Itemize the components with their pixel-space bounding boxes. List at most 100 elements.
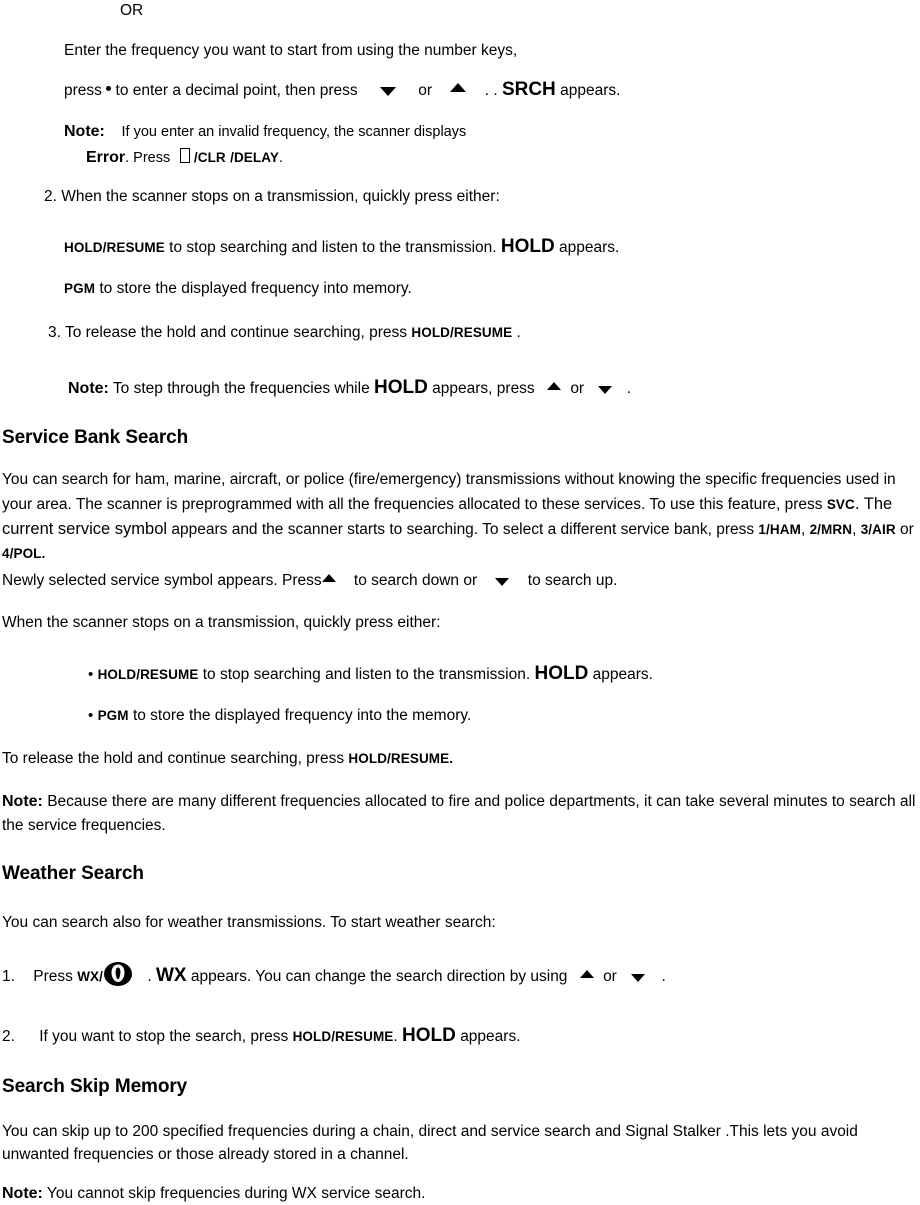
weather-step-1-line: 1. Press WX/ . WX appears. You can chang… (2, 962, 666, 992)
pgm-description: to store the displayed frequency into me… (99, 280, 412, 297)
sbs-para2-part-b: to search down or (353, 572, 478, 589)
step-2-line: 2. When the scanner stops on a transmiss… (44, 186, 500, 208)
note-step-period: . (626, 380, 632, 397)
or-conjunction-2: or (570, 380, 585, 397)
appears-text: appears. (560, 82, 621, 99)
pgm-key-label: PGM (64, 281, 96, 296)
arrow-up-icon[interactable] (547, 381, 561, 390)
weather-or-conjunction: or (603, 968, 617, 986)
step-2-text: When the scanner stops on a transmission… (61, 188, 500, 205)
step-3-number: 3. (48, 324, 61, 341)
press-label: press (64, 82, 102, 99)
bullet-1-appears: appears. (592, 666, 653, 683)
step-3-line: 3. To release the hold and continue sear… (48, 322, 521, 344)
delay-key-label: /DELAY (230, 150, 279, 165)
sbs-note-text: Because there are many different frequen… (2, 793, 916, 834)
hold-resume-key-label: HOLD/RESUME. (348, 751, 454, 766)
skip-note-text: You cannot skip frequencies during WX se… (46, 1185, 426, 1202)
bank-sep-2: , (852, 520, 857, 538)
hold-display-label: HOLD (500, 236, 555, 257)
weather-search-heading: Weather Search (2, 863, 144, 884)
bank-3-air-label: 3/AIR (860, 521, 896, 537)
bullet-2-description: to store the displayed frequency into th… (132, 707, 472, 724)
weather-step-2-number: 2. (2, 1028, 15, 1045)
arrow-up-icon[interactable] (579, 970, 594, 978)
or-conjunction: or (418, 82, 433, 99)
ellipsis-text: . . (484, 82, 498, 99)
bank-1-ham-label: 1/HAM (758, 521, 801, 537)
hold-display-label-3: HOLD (534, 663, 589, 684)
decimal-point-icon (106, 86, 112, 92)
service-bank-search-paragraph-2: Newly selected service symbol appears. P… (2, 570, 617, 592)
wx-key-label: WX/ (77, 969, 103, 985)
hold-resume-description: to stop searching and listen to the tran… (169, 239, 497, 256)
weather-step-2-text: If you want to stop the search, press (39, 1028, 289, 1045)
error-display-label: Error (86, 149, 126, 166)
enter-frequency-line-1: Enter the frequency you want to start fr… (64, 42, 518, 59)
sbs-bullet-hold-resume: • HOLD/RESUME to stop searching and list… (88, 660, 653, 688)
arrow-down-icon[interactable] (631, 974, 646, 982)
sbs-para2-part-a: Newly selected service symbol appears. P… (2, 572, 322, 589)
sbs-release-hold-line: To release the hold and continue searchi… (2, 748, 453, 770)
bank-sep-1: , (800, 520, 806, 538)
note-label-3: Note: (2, 793, 43, 810)
weather-step-1-period: . (147, 968, 152, 986)
or-label: OR (120, 2, 144, 19)
pgm-key-label: PGM (97, 708, 129, 723)
sbs-release-text: To release the hold and continue searchi… (2, 750, 345, 767)
bullet-1-description: to stop searching and listen to the tran… (202, 666, 531, 683)
hold-resume-key-label: HOLD/RESUME (64, 240, 165, 255)
hold-display-label-4: HOLD (402, 1025, 456, 1046)
weather-step-2-line: 2. If you want to stop the search, press… (2, 1022, 521, 1050)
note-period: . (278, 150, 283, 166)
note-label-4: Note: (2, 1185, 43, 1202)
step-2-number: 2. (44, 188, 57, 205)
weather-symbol-icon[interactable] (103, 959, 133, 989)
sbs-para1-part-c: appears and the scanner starts to search… (171, 520, 755, 538)
svc-key-label: SVC (826, 496, 855, 512)
bullet-marker-icon: • (88, 666, 94, 683)
step-2-pgm-line: PGM to store the displayed frequency int… (64, 278, 412, 300)
note-label: Note: (64, 123, 105, 140)
enter-frequency-line-2: press to enter a decimal point, then pre… (64, 76, 620, 104)
srch-display-label: SRCH (501, 79, 556, 100)
bullet-marker-icon: • (88, 707, 94, 724)
missing-glyph-icon (179, 148, 190, 163)
sbs-para1-part-a: You can search for ham, marine, aircraft… (2, 471, 896, 513)
note-invalid-frequency-line-2: Error. Press /CLR /DELAY. (86, 146, 283, 169)
weather-search-intro: You can search also for weather transmis… (2, 914, 496, 931)
service-bank-search-paragraph-3: When the scanner stops on a transmission… (2, 614, 441, 631)
decimal-instruction-text: to enter a decimal point, then press (115, 82, 358, 99)
bank-4-pol-label: 4/POL. (2, 545, 46, 561)
search-skip-memory-note: Note: You cannot skip frequencies during… (2, 1182, 425, 1205)
sbs-para2-part-c: to search up. (527, 572, 618, 589)
step-3-period: . (516, 324, 521, 341)
step-3-text: To release the hold and continue searchi… (64, 324, 408, 341)
hold-resume-key-label: HOLD/RESUME (292, 1029, 394, 1044)
arrow-up-icon[interactable] (321, 573, 336, 582)
note-invalid-frequency-line-1: Note: If you enter an invalid frequency,… (64, 120, 466, 143)
note-body-text: If you enter an invalid frequency, the s… (121, 124, 467, 140)
service-bank-search-heading: Service Bank Search (2, 427, 189, 448)
hold-appears-text: appears. (559, 239, 620, 256)
arrow-up-icon[interactable] (450, 83, 467, 93)
hold-display-label-2: HOLD (374, 377, 428, 398)
sbs-bullet-pgm: • PGM to store the displayed frequency i… (88, 705, 471, 727)
note-label-2: Note: (68, 380, 109, 397)
arrow-down-icon[interactable] (598, 385, 613, 394)
weather-step-2-appears: appears. (460, 1028, 521, 1045)
arrow-down-icon[interactable] (495, 577, 510, 586)
hold-resume-key-label: HOLD/RESUME (97, 667, 199, 682)
weather-step-1-number: 1. (2, 968, 15, 986)
arrow-down-icon[interactable] (379, 87, 396, 97)
weather-step-1-desc: appears. You can change the search direc… (190, 968, 568, 986)
wx-display-label: WX (155, 965, 187, 987)
weather-step-2-period: . (393, 1028, 398, 1045)
search-skip-memory-paragraph: You can skip up to 200 specified frequen… (2, 1123, 858, 1164)
manual-page: OR Enter the frequency you want to start… (0, 0, 920, 1205)
service-bank-search-paragraph-1: You can search for ham, marine, aircraft… (2, 468, 918, 565)
weather-step-1-end: . (661, 968, 666, 986)
bank-2-mrn-label: 2/MRN (809, 521, 853, 537)
note-step-text-a: To step through the frequencies while (112, 380, 370, 397)
note-step-text-b: appears, press (432, 380, 535, 397)
